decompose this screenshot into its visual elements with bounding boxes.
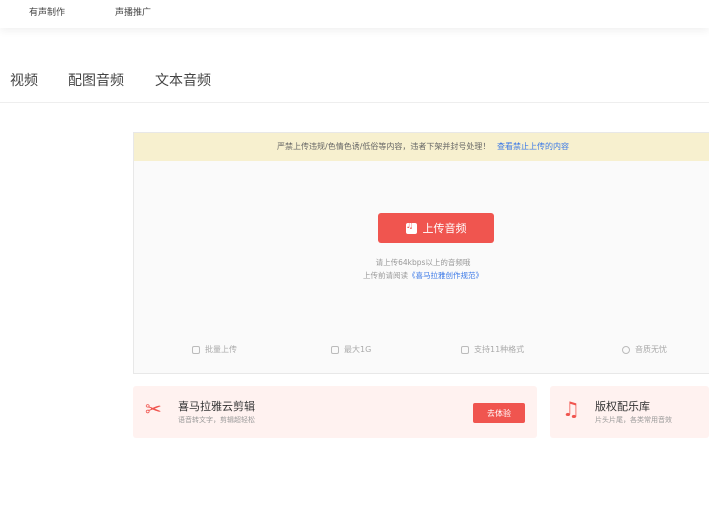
content-type-tabs: 视频 配图音频 文本音频 bbox=[0, 64, 709, 103]
try-now-button[interactable]: 去体验 bbox=[473, 403, 525, 423]
feature-label: 最大1G bbox=[344, 345, 372, 354]
batch-upload-icon bbox=[192, 345, 200, 354]
upload-button-label: 上传音频 bbox=[422, 222, 467, 235]
music-library-promo[interactable]: ♫ 版权配乐库 片头片尾，各类常用音效 bbox=[550, 386, 709, 438]
promo-title: 版权配乐库 bbox=[595, 400, 650, 413]
cloud-edit-promo[interactable]: ✂ 喜马拉雅云剪辑 语音转文字，剪辑超轻松 去体验 bbox=[133, 386, 537, 438]
file-format-icon bbox=[461, 345, 469, 354]
guideline-prefix: 上传前请阅读 bbox=[363, 271, 408, 280]
guideline-hint: 上传前请阅读《喜马拉雅创作规范》 bbox=[134, 270, 709, 281]
quality-icon bbox=[622, 345, 630, 354]
forbidden-content-link[interactable]: 查看禁止上传的内容 bbox=[497, 142, 569, 151]
feature-batch-upload: 批量上传 bbox=[192, 344, 237, 355]
music-file-icon bbox=[405, 221, 417, 234]
promo-subtitle: 语音转文字，剪辑超轻松 bbox=[178, 416, 255, 424]
promo-title: 喜马拉雅云剪辑 bbox=[178, 400, 255, 413]
tab-image-audio[interactable]: 配图音频 bbox=[68, 70, 124, 90]
feature-formats: 支持11种格式 bbox=[461, 344, 524, 355]
file-size-icon bbox=[331, 345, 339, 354]
feature-max-size: 最大1G bbox=[331, 344, 371, 355]
warning-text: 严禁上传违规/色情色诱/低俗等内容，违者下架并封号处理！ bbox=[277, 142, 491, 151]
tab-text-audio[interactable]: 文本音频 bbox=[155, 70, 211, 90]
feature-label: 支持11种格式 bbox=[474, 345, 525, 354]
scissors-icon: ✂ bbox=[145, 397, 162, 421]
upload-audio-button[interactable]: 上传音频 bbox=[378, 213, 494, 243]
tab-video[interactable]: 视频 bbox=[10, 70, 38, 90]
top-navigation: 有声制作 声播推广 bbox=[0, 0, 709, 28]
upload-panel: 严禁上传违规/色情色诱/低俗等内容，违者下架并封号处理！ 查看禁止上传的内容 上… bbox=[133, 132, 709, 374]
nav-link-audio-production[interactable]: 有声制作 bbox=[29, 5, 65, 18]
feature-label: 批量上传 bbox=[205, 345, 237, 354]
music-note-icon: ♫ bbox=[562, 397, 580, 421]
promo-subtitle: 片头片尾，各类常用音效 bbox=[595, 416, 672, 424]
nav-link-promotion[interactable]: 声播推广 bbox=[115, 5, 151, 18]
quality-hint: 请上传64kbps以上的音频哦 bbox=[375, 258, 471, 267]
warning-banner: 严禁上传违规/色情色诱/低俗等内容，违者下架并封号处理！ 查看禁止上传的内容 bbox=[134, 133, 709, 161]
feature-label: 音质无忧 bbox=[635, 345, 667, 354]
creation-guideline-link[interactable]: 《喜马拉雅创作规范》 bbox=[408, 271, 483, 280]
feature-quality: 音质无忧 bbox=[622, 344, 667, 355]
